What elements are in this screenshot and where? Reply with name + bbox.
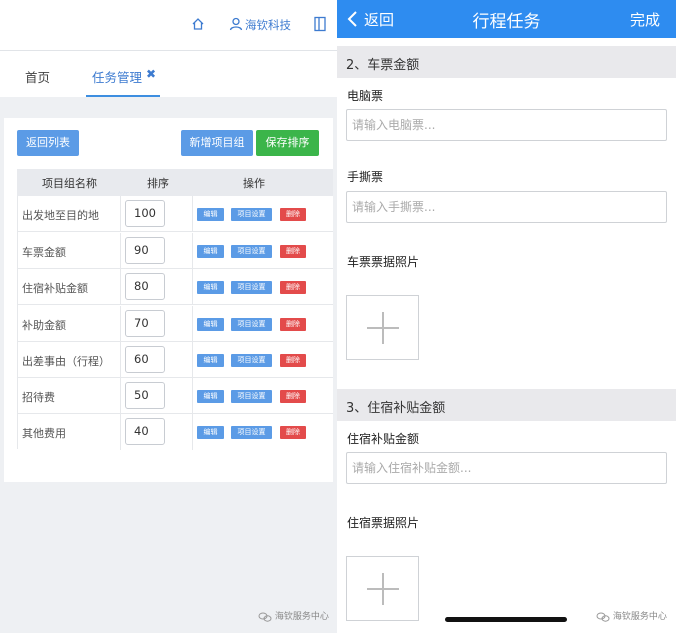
field-label: 住宿补贴金额 xyxy=(347,432,420,446)
table-row: 补助金额 70 编辑 项目设置 删除 xyxy=(17,306,333,342)
delete-button[interactable]: 删除 xyxy=(280,208,306,221)
row-name: 车票金额 xyxy=(22,246,66,259)
tab-bar: 首页 任务管理 ✖ xyxy=(0,52,337,97)
wechat-icon xyxy=(596,612,610,622)
delete-button[interactable]: 删除 xyxy=(280,245,306,258)
screen-root: 海钦科技 首页 任务管理 ✖ 返回列表 新增项目组 保存排序 项目组名称 排序 … xyxy=(0,0,676,633)
table-header: 项目组名称 排序 操作 xyxy=(17,169,333,196)
edit-button[interactable]: 编辑 xyxy=(197,245,224,258)
lodging-photo-upload[interactable] xyxy=(346,556,419,621)
user-icon[interactable] xyxy=(228,16,244,32)
page-title: 行程任务 xyxy=(472,12,541,32)
order-input[interactable]: 60 xyxy=(125,346,165,373)
done-button[interactable]: 完成 xyxy=(630,9,660,30)
section-title: 2、车票金额 xyxy=(346,58,420,73)
sidebar-toggle-icon[interactable] xyxy=(314,16,326,32)
table-row: 住宿补贴金额 80 编辑 项目设置 删除 xyxy=(17,269,333,305)
project-settings-button[interactable]: 项目设置 xyxy=(231,390,272,403)
watermark-text: 海钦服务中心 xyxy=(274,612,329,622)
delete-button[interactable]: 删除 xyxy=(280,318,306,331)
edit-button[interactable]: 编辑 xyxy=(197,426,224,439)
delete-button[interactable]: 删除 xyxy=(280,390,306,403)
section-header-lodging: 3、住宿补贴金额 xyxy=(337,389,676,421)
column-header-actions: 操作 xyxy=(243,177,265,190)
back-to-list-button[interactable]: 返回列表 xyxy=(17,130,79,156)
mobile-pane: 返回 行程任务 完成 2、车票金额 电脑票 请输入电脑票... 手撕票 请输入手… xyxy=(337,0,676,633)
row-name: 招待费 xyxy=(22,391,55,404)
order-input[interactable]: 90 xyxy=(125,237,165,264)
field-label: 电脑票 xyxy=(347,89,384,103)
lodging-amount-input[interactable]: 请输入住宿补贴金额... xyxy=(346,452,667,484)
table-row: 出差事由（行程） 60 编辑 项目设置 删除 xyxy=(17,342,333,378)
watermark-left: 海钦服务中心 xyxy=(258,609,329,622)
nav-bar: 返回 行程任务 完成 xyxy=(337,0,676,38)
admin-topbar: 海钦科技 xyxy=(0,0,337,51)
order-input[interactable]: 40 xyxy=(125,418,165,445)
project-settings-button[interactable]: 项目设置 xyxy=(231,354,272,367)
section-title: 3、住宿补贴金额 xyxy=(346,401,446,416)
field-label: 住宿票据照片 xyxy=(347,516,420,530)
tab-task-management[interactable]: 任务管理 ✖ xyxy=(86,52,160,97)
project-settings-button[interactable]: 项目设置 xyxy=(231,281,272,294)
order-input[interactable]: 100 xyxy=(125,200,165,227)
edit-button[interactable]: 编辑 xyxy=(197,208,224,221)
tab-home[interactable]: 首页 xyxy=(25,67,50,86)
row-name: 出发地至目的地 xyxy=(22,209,99,222)
home-indicator[interactable] xyxy=(445,617,567,622)
add-group-button[interactable]: 新增项目组 xyxy=(181,130,253,156)
row-name: 住宿补贴金额 xyxy=(22,282,88,295)
project-settings-button[interactable]: 项目设置 xyxy=(231,208,272,221)
project-settings-button[interactable]: 项目设置 xyxy=(231,245,272,258)
project-settings-button[interactable]: 项目设置 xyxy=(231,318,272,331)
ticket-photo-upload[interactable] xyxy=(346,295,419,360)
computer-ticket-input[interactable]: 请输入电脑票... xyxy=(346,109,667,141)
table-row: 出发地至目的地 100 编辑 项目设置 删除 xyxy=(17,196,333,232)
order-input[interactable]: 70 xyxy=(125,310,165,337)
close-icon[interactable]: ✖ xyxy=(146,67,156,81)
save-order-button[interactable]: 保存排序 xyxy=(256,130,319,156)
wechat-icon xyxy=(258,612,272,622)
delete-button[interactable]: 删除 xyxy=(280,426,306,439)
watermark-text: 海钦服务中心 xyxy=(612,612,667,622)
field-label: 手撕票 xyxy=(347,170,384,184)
edit-button[interactable]: 编辑 xyxy=(197,354,224,367)
row-name: 其他费用 xyxy=(22,427,66,440)
admin-pane: 海钦科技 首页 任务管理 ✖ 返回列表 新增项目组 保存排序 项目组名称 排序 … xyxy=(0,0,337,633)
delete-button[interactable]: 删除 xyxy=(280,281,306,294)
table-row: 招待费 50 编辑 项目设置 删除 xyxy=(17,378,333,414)
table-row: 车票金额 90 编辑 项目设置 删除 xyxy=(17,233,333,269)
edit-button[interactable]: 编辑 xyxy=(197,318,224,331)
row-name: 出差事由（行程） xyxy=(22,355,110,368)
edit-button[interactable]: 编辑 xyxy=(197,390,224,403)
column-header-name: 项目组名称 xyxy=(42,177,97,190)
handwritten-ticket-input[interactable]: 请输入手撕票... xyxy=(346,191,667,223)
home-icon[interactable] xyxy=(190,16,206,32)
section-header-ticket: 2、车票金额 xyxy=(337,46,676,78)
edit-button[interactable]: 编辑 xyxy=(197,281,224,294)
table-row: 其他费用 40 编辑 项目设置 删除 xyxy=(17,414,333,450)
order-input[interactable]: 80 xyxy=(125,273,165,300)
field-label: 车票票据照片 xyxy=(347,255,420,269)
column-header-order: 排序 xyxy=(147,177,169,190)
row-name: 补助金额 xyxy=(22,319,66,332)
watermark-right: 海钦服务中心 xyxy=(596,609,667,622)
company-name[interactable]: 海钦科技 xyxy=(245,17,291,33)
project-settings-button[interactable]: 项目设置 xyxy=(231,426,272,439)
tab-task-label: 任务管理 xyxy=(92,70,143,85)
delete-button[interactable]: 删除 xyxy=(280,354,306,367)
order-input[interactable]: 50 xyxy=(125,382,165,409)
